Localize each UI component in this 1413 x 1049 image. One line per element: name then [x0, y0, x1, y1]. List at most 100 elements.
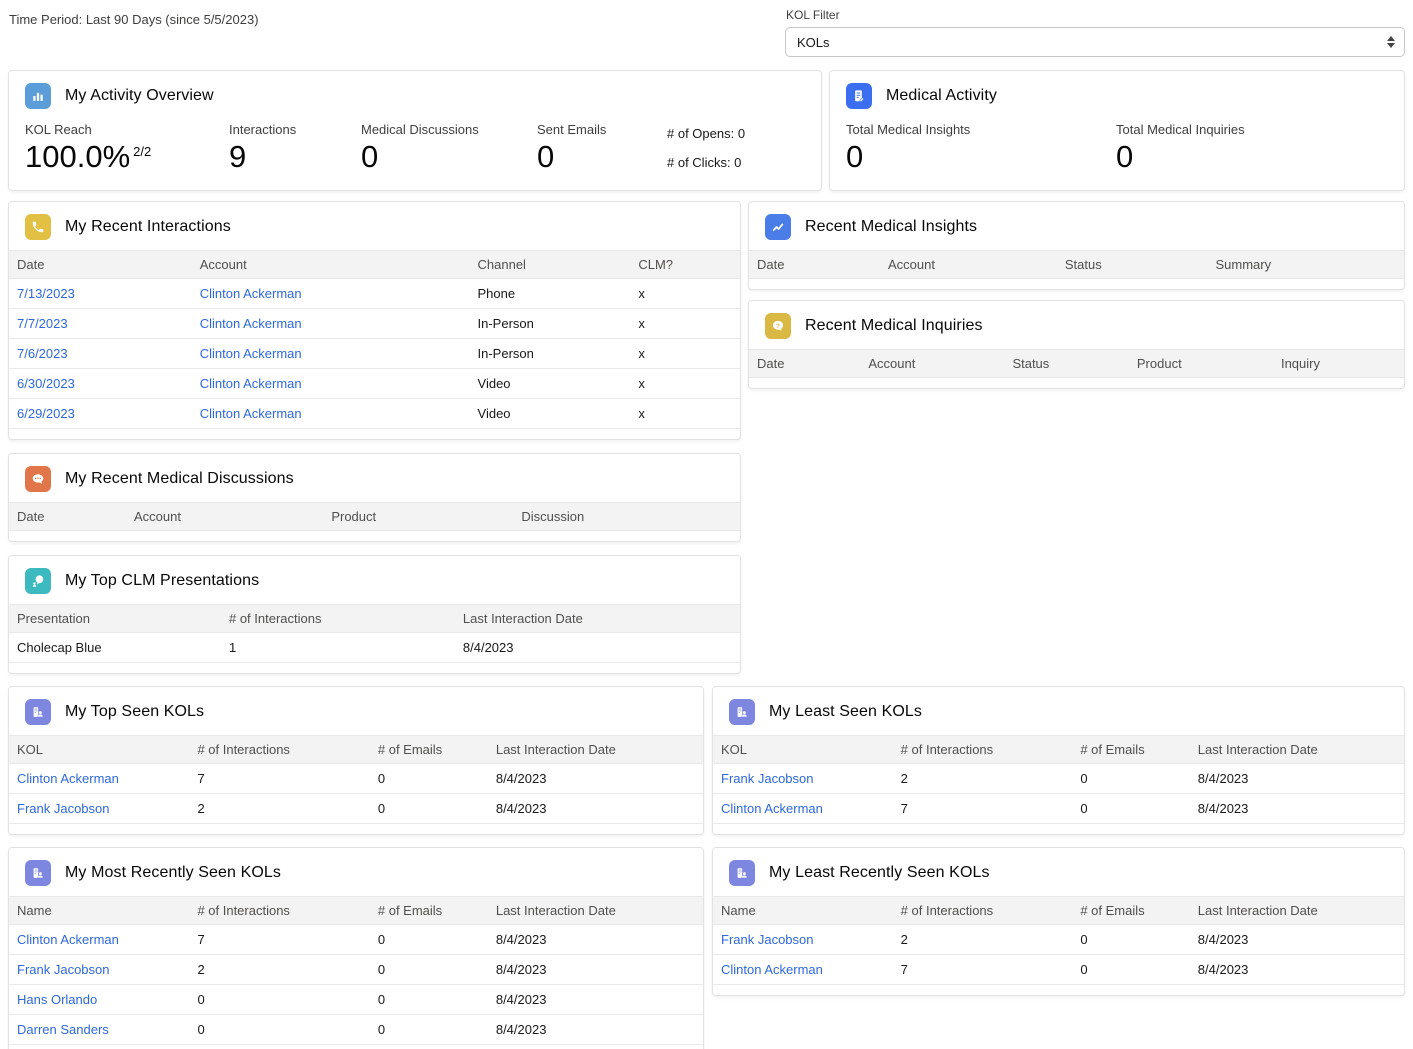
opens-count: # of Opens: 0: [667, 126, 745, 141]
table-header-row: DateAccountStatusSummary: [749, 251, 1404, 279]
table-header-row: Presentation# of InteractionsLast Intera…: [9, 605, 740, 633]
card-my-recent-medical-discussions: My Recent Medical Discussions DateAccoun…: [8, 453, 741, 542]
table-cell: Frank Jacobson: [713, 925, 893, 955]
column-header: Status: [1004, 350, 1128, 378]
record-link[interactable]: Clinton Ackerman: [721, 801, 823, 816]
record-link[interactable]: Darren Sanders: [17, 1022, 109, 1037]
presentation-person-icon: [25, 568, 51, 594]
reach-fraction: 2/2: [133, 144, 151, 159]
card-my-least-recently-seen-kols: My Least Recently Seen KOLs Name# of Int…: [712, 847, 1405, 996]
column-header: # of Emails: [370, 897, 488, 925]
table-header-row: KOL# of Interactions# of EmailsLast Inte…: [9, 736, 703, 764]
column-header: Last Interaction Date: [488, 736, 703, 764]
table-header-row: DateAccountChannelCLM?: [9, 251, 740, 279]
account-contact-icon: [25, 699, 51, 725]
table-cell: 0: [1072, 794, 1189, 824]
table-cell: x: [630, 279, 740, 309]
table-cell: 0: [189, 1045, 369, 1049]
column-header: # of Interactions: [893, 897, 1073, 925]
record-link[interactable]: Clinton Ackerman: [200, 286, 302, 301]
question-bubble-icon: ?: [765, 313, 791, 339]
bar-chart-icon: [25, 83, 51, 109]
table-cell: Frank Jacobson: [9, 794, 189, 824]
table-cell: Clinton Ackerman: [9, 764, 189, 794]
column-header: CLM?: [630, 251, 740, 279]
table-cell: 7/13/2023: [9, 279, 192, 309]
column-header: Product: [1129, 350, 1273, 378]
table-cell: 8/4/2023: [1190, 764, 1404, 794]
column-header: Date: [9, 251, 192, 279]
metric-total-inquiries: Total Medical Inquiries 0: [1116, 122, 1386, 174]
table-cell: Frank Jacobson: [713, 764, 893, 794]
column-header: Product: [323, 503, 513, 531]
record-link[interactable]: Clinton Ackerman: [17, 932, 119, 947]
table-cell: Clinton Ackerman: [192, 399, 470, 429]
card-my-recent-interactions: My Recent Interactions DateAccountChanne…: [8, 201, 741, 440]
table-cell: Cholecap Blue: [9, 633, 221, 663]
column-header: Last Interaction Date: [455, 605, 740, 633]
column-header: Last Interaction Date: [1190, 736, 1404, 764]
phone-icon: [25, 214, 51, 240]
record-link[interactable]: Frank Jacobson: [17, 801, 110, 816]
table-cell: 0: [370, 1015, 488, 1045]
record-link[interactable]: Frank Jacobson: [17, 962, 110, 977]
table-row: David Andrews008/4/2023: [9, 1045, 703, 1049]
record-link[interactable]: Clinton Ackerman: [200, 346, 302, 361]
record-link[interactable]: 7/6/2023: [17, 346, 68, 361]
svg-text:?: ?: [776, 323, 780, 330]
table-cell: 0: [370, 794, 488, 824]
card-title: My Top Seen KOLs: [65, 703, 204, 721]
column-header: # of Emails: [1072, 736, 1189, 764]
table-cell: 8/4/2023: [488, 955, 703, 985]
record-link[interactable]: Clinton Ackerman: [17, 771, 119, 786]
medical-metrics: Total Medical Insights 0 Total Medical I…: [830, 119, 1404, 180]
table-row: 7/13/2023 Clinton Ackerman Phonex: [9, 279, 740, 309]
card-title: My Recent Medical Discussions: [65, 470, 294, 488]
table-cell: Phone: [470, 279, 631, 309]
table-header-row: KOL# of Interactions# of EmailsLast Inte…: [713, 736, 1404, 764]
record-link[interactable]: Clinton Ackerman: [200, 376, 302, 391]
card-title: My Activity Overview: [65, 87, 214, 105]
table-cell: 0: [370, 925, 488, 955]
record-link[interactable]: 6/29/2023: [17, 406, 75, 421]
table-cell: 7: [893, 794, 1073, 824]
record-link[interactable]: Clinton Ackerman: [200, 316, 302, 331]
table-header-row: Name# of Interactions# of EmailsLast Int…: [9, 897, 703, 925]
card-title: My Most Recently Seen KOLs: [65, 864, 281, 882]
record-link[interactable]: Frank Jacobson: [721, 932, 814, 947]
column-header: Date: [9, 503, 126, 531]
record-link[interactable]: Frank Jacobson: [721, 771, 814, 786]
table-row: Darren Sanders008/4/2023: [9, 1015, 703, 1045]
trend-line-icon: [765, 214, 791, 240]
column-header: # of Interactions: [221, 605, 455, 633]
table-cell: 8/4/2023: [1190, 955, 1404, 985]
record-link[interactable]: Clinton Ackerman: [721, 962, 823, 977]
record-link[interactable]: Hans Orlando: [17, 992, 97, 1007]
table-cell: 8/4/2023: [488, 764, 703, 794]
table-cell: 0: [370, 1045, 488, 1049]
table-row: 7/7/2023Clinton AckermanIn-Personx: [9, 309, 740, 339]
column-header: KOL: [9, 736, 189, 764]
table-cell: 6/29/2023: [9, 399, 192, 429]
record-link[interactable]: 7/7/2023: [17, 316, 68, 331]
card-title: My Top CLM Presentations: [65, 572, 259, 590]
table-cell: Clinton Ackerman: [192, 369, 470, 399]
top-bar: Time Period: Last 90 Days (since 5/5/202…: [8, 8, 1405, 62]
table-cell: 8/4/2023: [1190, 794, 1404, 824]
record-link[interactable]: 7/13/2023: [17, 286, 75, 301]
column-header: Status: [1057, 251, 1208, 279]
account-contact-icon: [729, 860, 755, 886]
record-link[interactable]: 6/30/2023: [17, 376, 75, 391]
column-header: Date: [749, 251, 880, 279]
clicks-count: # of Clicks: 0: [667, 155, 745, 170]
card-title: My Recent Interactions: [65, 218, 231, 236]
table-cell: 0: [370, 985, 488, 1015]
column-header: Presentation: [9, 605, 221, 633]
column-header: KOL: [713, 736, 893, 764]
record-link[interactable]: Clinton Ackerman: [200, 406, 302, 421]
metric-sent-emails: Sent Emails 0: [537, 122, 667, 174]
table-cell: 0: [189, 985, 369, 1015]
kol-filter-select[interactable]: KOLs: [785, 27, 1405, 57]
table-cell: David Andrews: [9, 1045, 189, 1049]
table-header-row: DateAccountProductDiscussion: [9, 503, 740, 531]
